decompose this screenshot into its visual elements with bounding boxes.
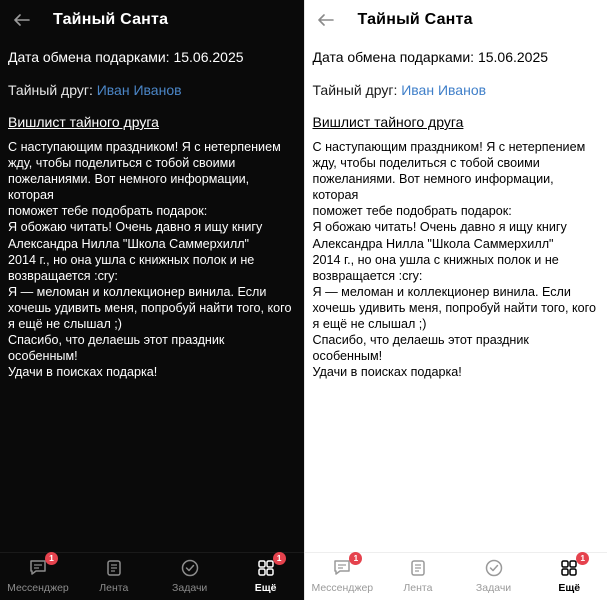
main-content: Дата обмена подарками: 15.06.2025 Тайный… bbox=[0, 39, 304, 600]
bottom-tab-bar: 1 Мессенджер Лента Задачи 1 Ещё bbox=[0, 552, 304, 600]
tab-label: Задачи bbox=[475, 582, 512, 594]
tasks-icon bbox=[179, 557, 201, 579]
messenger-badge: 1 bbox=[44, 552, 58, 565]
tab-label: Ещё bbox=[254, 582, 277, 594]
feed-icon bbox=[407, 557, 429, 579]
back-arrow-icon[interactable] bbox=[317, 13, 335, 27]
app-header: Тайный Санта bbox=[0, 0, 304, 39]
exchange-date-value: 15.06.2025 bbox=[477, 49, 549, 65]
page-title: Тайный Санта bbox=[53, 10, 169, 28]
more-badge: 1 bbox=[272, 552, 286, 565]
secret-friend-row: Тайный друг: Иван Иванов bbox=[313, 81, 600, 99]
grid-icon: 1 bbox=[558, 552, 590, 579]
secret-friend-link[interactable]: Иван Иванов bbox=[97, 82, 182, 98]
tab-label: Задачи bbox=[172, 582, 208, 594]
tab-more[interactable]: 1 Ещё bbox=[534, 552, 604, 594]
tab-label: Мессенджер bbox=[311, 582, 374, 594]
tab-more[interactable]: 1 Ещё bbox=[231, 552, 301, 594]
exchange-date-label: Дата обмена подарками: bbox=[8, 49, 170, 65]
tab-label: Мессенджер bbox=[7, 582, 69, 594]
page-title: Тайный Санта bbox=[357, 10, 473, 28]
dark-theme-screen: Тайный Санта Дата обмена подарками: 15.0… bbox=[0, 0, 304, 600]
exchange-date-value: 15.06.2025 bbox=[173, 49, 244, 65]
messenger-badge: 1 bbox=[349, 552, 363, 565]
wishlist-text: С наступающим праздником! Я с нетерпение… bbox=[312, 140, 597, 380]
exchange-date-label: Дата обмена подарками: bbox=[312, 49, 475, 65]
wishlist-text: С наступающим праздником! Я с нетерпение… bbox=[8, 140, 292, 380]
secret-friend-label: Тайный друг: bbox=[312, 82, 398, 98]
tab-label: Лента bbox=[403, 582, 433, 594]
feed-icon bbox=[103, 557, 125, 579]
bottom-tab-bar: 1 Мессенджер Лента Задачи 1 Ещё bbox=[304, 552, 607, 600]
tab-tasks[interactable]: Задачи bbox=[459, 557, 529, 594]
secret-friend-label: Тайный друг: bbox=[8, 82, 93, 98]
grid-icon: 1 bbox=[255, 552, 286, 579]
tab-feed[interactable]: Лента bbox=[383, 557, 453, 594]
light-theme-screen: Тайный Санта Дата обмена подарками: 15.0… bbox=[303, 0, 607, 600]
chat-icon: 1 bbox=[331, 552, 363, 579]
tab-feed[interactable]: Лента bbox=[79, 557, 149, 594]
wishlist-heading: Вишлист тайного друга bbox=[8, 114, 159, 130]
chat-icon: 1 bbox=[27, 552, 58, 579]
secret-friend-link[interactable]: Иван Иванов bbox=[401, 82, 486, 98]
tab-messenger[interactable]: 1 Мессенджер bbox=[307, 552, 377, 594]
back-arrow-icon[interactable] bbox=[12, 13, 30, 27]
tasks-icon bbox=[483, 557, 505, 579]
tab-label: Лента bbox=[99, 582, 129, 594]
tab-tasks[interactable]: Задачи bbox=[155, 557, 225, 594]
secret-friend-row: Тайный друг: Иван Иванов bbox=[8, 81, 296, 99]
exchange-date-row: Дата обмена подарками: 15.06.2025 bbox=[8, 48, 296, 66]
more-badge: 1 bbox=[576, 552, 590, 565]
exchange-date-row: Дата обмена подарками: 15.06.2025 bbox=[313, 48, 600, 66]
wishlist-heading: Вишлист тайного друга bbox=[312, 114, 464, 130]
tab-messenger[interactable]: 1 Мессенджер bbox=[3, 552, 73, 594]
app-header: Тайный Санта bbox=[305, 0, 607, 39]
main-content: Дата обмена подарками: 15.06.2025 Тайный… bbox=[305, 39, 607, 600]
tab-label: Ещё bbox=[558, 582, 581, 594]
